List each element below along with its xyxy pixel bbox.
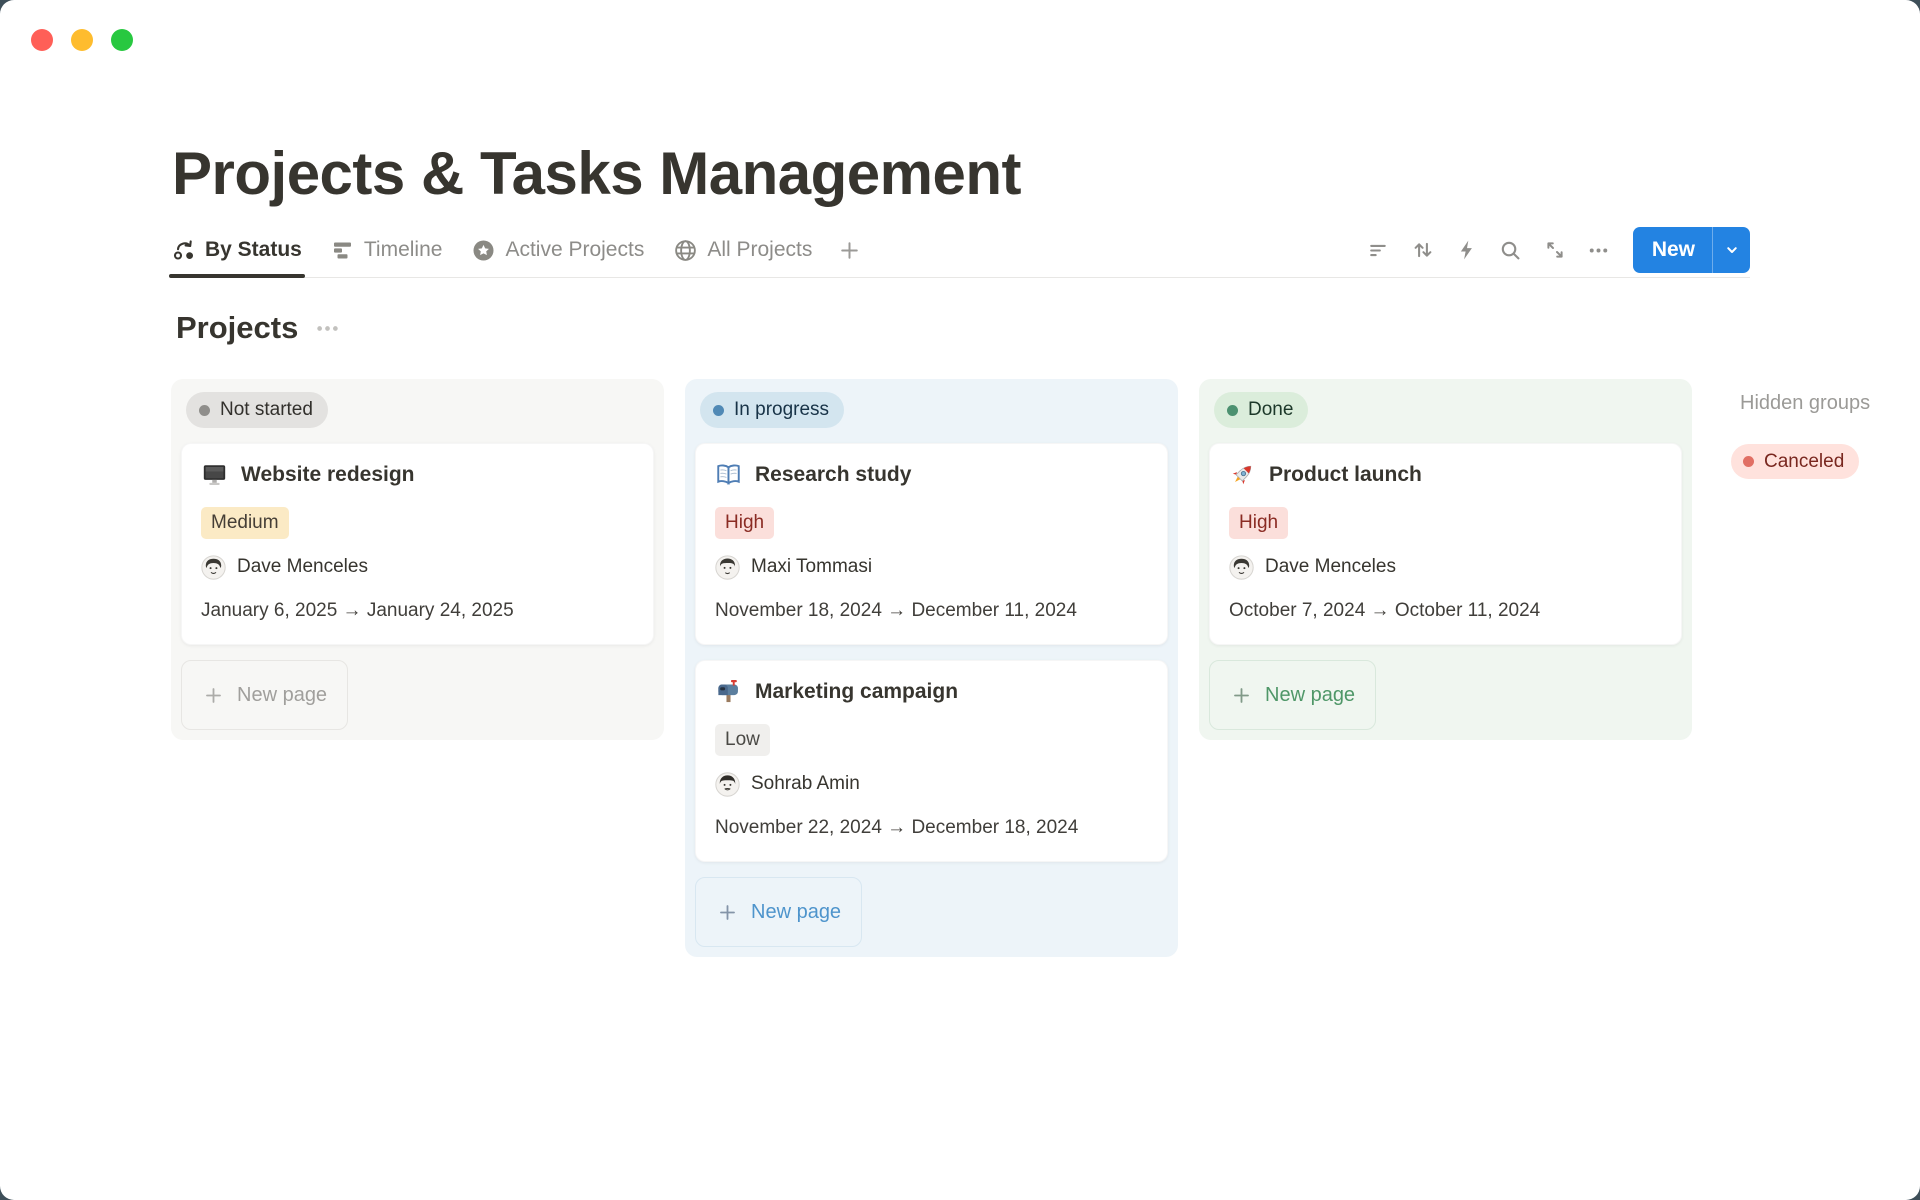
tab-by-status[interactable]: By Status [172, 223, 302, 277]
status-dot [1227, 405, 1238, 416]
app-window: Projects & Tasks Management By Status [0, 0, 1920, 1200]
page-title: Projects & Tasks Management [172, 138, 1920, 210]
plus-icon [1230, 684, 1253, 707]
chevron-down-icon [1722, 240, 1742, 260]
card-dates: October 7, 2024 → October 11, 2024 [1229, 597, 1662, 625]
card-title: Research study [755, 463, 911, 487]
status-view-icon [172, 238, 196, 262]
kanban-board: Not started Websi [0, 379, 1920, 957]
assignee-row: Dave Menceles [201, 555, 634, 580]
timeline-icon [331, 238, 355, 262]
globe-icon [673, 238, 698, 263]
avatar [715, 555, 740, 580]
assignee-row: Dave Menceles [1229, 555, 1662, 580]
status-pill-in-progress[interactable]: In progress [700, 392, 844, 428]
avatar [1229, 555, 1254, 580]
assignee-name: Dave Menceles [237, 556, 368, 578]
assignee-row: Maxi Tommasi [715, 555, 1148, 580]
priority-badge: Medium [201, 507, 289, 539]
new-page-label: New page [751, 901, 841, 924]
assignee-name: Dave Menceles [1265, 556, 1396, 578]
tab-all-projects[interactable]: All Projects [673, 223, 812, 277]
more-icon[interactable] [1581, 232, 1617, 268]
assignee-row: Sohrab Amin [715, 772, 1148, 797]
tab-label: Active Projects [505, 238, 644, 262]
assignee-name: Sohrab Amin [751, 773, 860, 795]
new-page-label: New page [1265, 684, 1355, 707]
status-dot [1743, 456, 1754, 467]
column-in-progress: In progress Research study Hig [685, 379, 1178, 957]
new-button[interactable]: New [1633, 227, 1750, 273]
card-research-study[interactable]: Research study High [695, 443, 1168, 645]
lightning-icon[interactable] [1449, 232, 1485, 268]
star-circle-icon [471, 238, 496, 263]
add-view-button[interactable] [837, 238, 862, 263]
status-label: Canceled [1764, 451, 1844, 473]
column-not-started: Not started Websi [171, 379, 664, 740]
card-title: Marketing campaign [755, 680, 958, 704]
hidden-groups-label: Hidden groups [1740, 392, 1913, 415]
new-page-label: New page [237, 684, 327, 707]
new-page-button[interactable]: New page [695, 877, 862, 947]
card-dates: November 18, 2024 → December 11, 2024 [715, 597, 1148, 625]
card-dates: January 6, 2025 → January 24, 2025 [201, 597, 634, 625]
mailbox-icon [715, 678, 742, 705]
monitor-icon [201, 461, 228, 488]
hidden-groups: Hidden groups Canceled [1713, 379, 1913, 479]
status-pill-canceled[interactable]: Canceled [1731, 444, 1859, 479]
new-page-button[interactable]: New page [181, 660, 348, 730]
view-tabs: By Status Timeline [172, 223, 862, 277]
avatar [715, 772, 740, 797]
assignee-name: Maxi Tommasi [751, 556, 872, 578]
minimize-button[interactable] [71, 29, 93, 51]
new-button-dropdown[interactable] [1712, 227, 1750, 273]
plus-icon [202, 684, 225, 707]
tab-label: By Status [205, 238, 302, 262]
priority-badge: Low [715, 724, 770, 756]
zoom-button[interactable] [111, 29, 133, 51]
status-dot [199, 405, 210, 416]
filter-icon[interactable] [1361, 232, 1397, 268]
plus-icon [716, 901, 739, 924]
card-title: Product launch [1269, 463, 1422, 487]
priority-badge: High [1229, 507, 1288, 539]
tab-timeline[interactable]: Timeline [331, 223, 443, 277]
search-icon[interactable] [1493, 232, 1529, 268]
window-controls [31, 29, 133, 51]
avatar [201, 555, 226, 580]
card-website-redesign[interactable]: Website redesign Medium [181, 443, 654, 645]
new-button-label[interactable]: New [1633, 227, 1712, 273]
status-label: Not started [220, 399, 313, 421]
open-book-icon [715, 461, 742, 488]
card-title: Website redesign [241, 463, 415, 487]
new-page-button[interactable]: New page [1209, 660, 1376, 730]
view-bar: By Status Timeline [172, 223, 1750, 278]
status-label: Done [1248, 399, 1293, 421]
plus-icon [837, 238, 862, 263]
rocket-icon [1229, 461, 1256, 488]
section-title: Projects [176, 308, 298, 348]
column-done: Done [1199, 379, 1692, 740]
view-toolbar: New [1361, 227, 1750, 273]
ellipsis-icon[interactable] [314, 315, 341, 342]
card-product-launch[interactable]: Product launch High [1209, 443, 1682, 645]
status-label: In progress [734, 399, 829, 421]
card-marketing-campaign[interactable]: Marketing campaign Low [695, 660, 1168, 862]
close-button[interactable] [31, 29, 53, 51]
priority-badge: High [715, 507, 774, 539]
status-pill-not-started[interactable]: Not started [186, 392, 328, 428]
section-header: Projects [176, 308, 1920, 348]
status-dot [713, 405, 724, 416]
sort-icon[interactable] [1405, 232, 1441, 268]
status-pill-done[interactable]: Done [1214, 392, 1308, 428]
tab-active-projects[interactable]: Active Projects [471, 223, 644, 277]
card-dates: November 22, 2024 → December 18, 2024 [715, 814, 1103, 842]
tab-label: Timeline [364, 238, 443, 262]
expand-icon[interactable] [1537, 232, 1573, 268]
tab-label: All Projects [707, 238, 812, 262]
